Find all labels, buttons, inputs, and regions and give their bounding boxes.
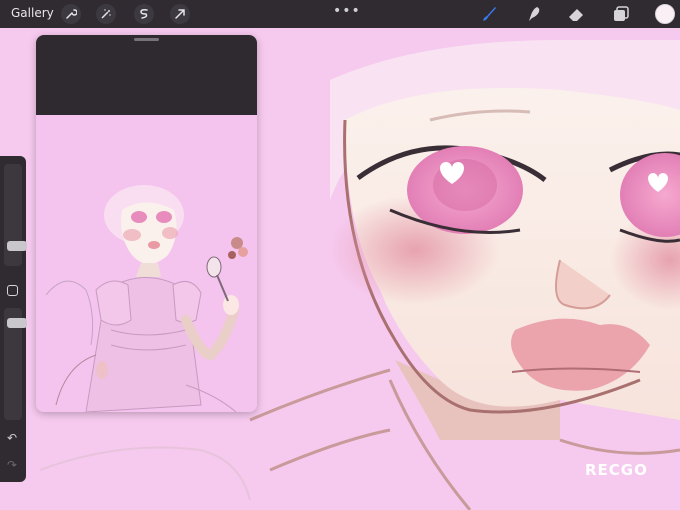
color-picker-button[interactable] — [655, 4, 675, 24]
reference-window[interactable] — [36, 35, 257, 412]
modifier-square-icon[interactable] — [7, 285, 18, 296]
selection-icon[interactable] — [134, 4, 154, 24]
reference-drag-handle[interactable] — [134, 38, 159, 41]
brush-size-slider[interactable] — [4, 164, 27, 266]
watermark: RECGO — [585, 461, 648, 479]
wrench-icon[interactable] — [61, 4, 81, 24]
brush-size-thumb[interactable] — [7, 241, 27, 251]
top-toolbar: Gallery ••• — [0, 0, 680, 28]
reference-image — [36, 115, 257, 412]
eraser-icon[interactable] — [566, 4, 586, 24]
reference-sketch-figure — [36, 115, 257, 412]
transform-arrow-icon[interactable] — [170, 4, 190, 24]
opacity-slider[interactable] — [4, 308, 27, 420]
opacity-thumb[interactable] — [7, 318, 27, 328]
smudge-icon[interactable] — [524, 4, 544, 24]
undo-icon[interactable]: ↶ — [7, 431, 17, 445]
redo-icon[interactable]: ↷ — [7, 458, 17, 472]
left-sidebar: ↶ ↷ — [0, 156, 27, 482]
magic-wand-icon[interactable] — [96, 4, 116, 24]
gallery-button[interactable]: Gallery — [11, 6, 54, 20]
reference-window-header[interactable] — [36, 35, 257, 115]
more-options-icon[interactable]: ••• — [333, 3, 361, 19]
brush-icon[interactable] — [479, 4, 499, 24]
layers-icon[interactable] — [611, 4, 631, 24]
